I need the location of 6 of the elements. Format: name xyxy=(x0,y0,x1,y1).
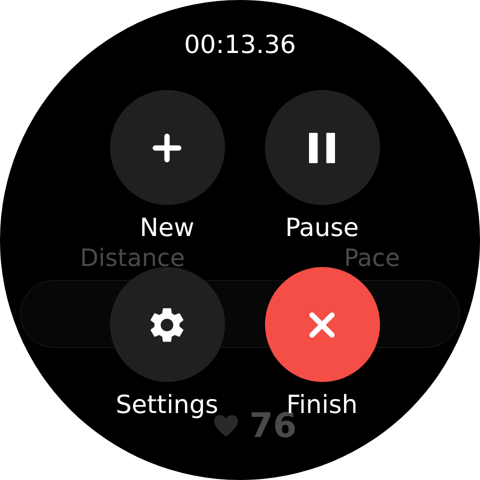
elapsed-time: 00:13.36 xyxy=(184,29,296,61)
action-label: Settings xyxy=(116,390,218,420)
action-label: Pause xyxy=(285,213,359,243)
metric-label: Pace xyxy=(344,244,400,272)
action-label: New xyxy=(140,213,194,243)
metric-label: Distance xyxy=(80,244,185,272)
